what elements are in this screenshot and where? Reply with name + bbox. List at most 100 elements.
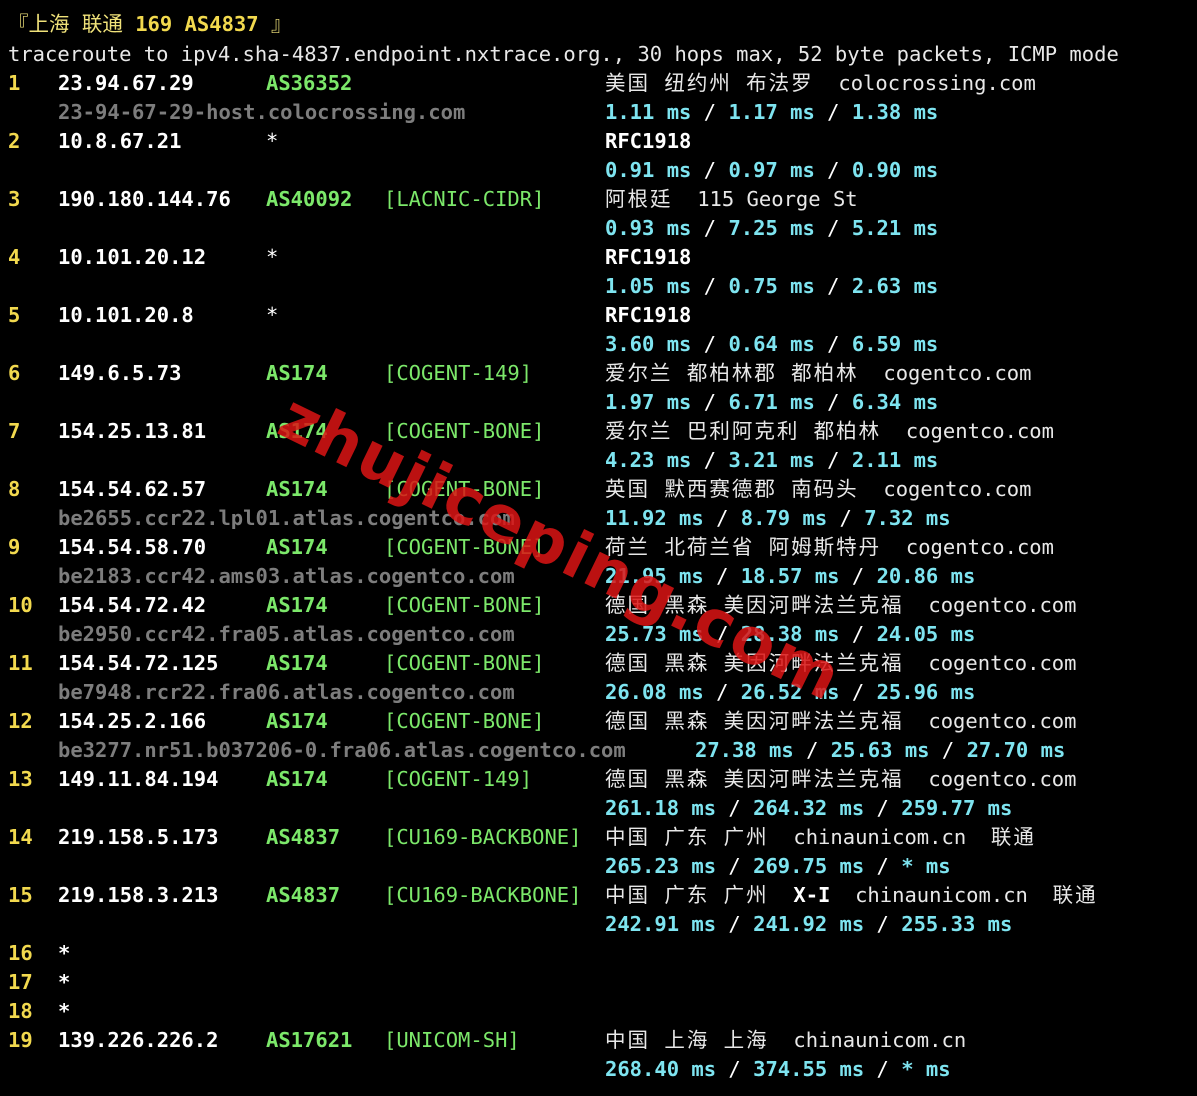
- hop-geo-location: 德国 黑森 美因河畔法兰克福: [605, 593, 904, 617]
- hop-geo-location: 美国 纽约州 布法罗: [605, 71, 814, 95]
- hop-geo-isp: 联通: [1052, 883, 1098, 907]
- hop-number: 2: [8, 129, 21, 153]
- hop-geo-domain: 115 George St: [697, 187, 858, 211]
- hop-hostname: be2655.ccr22.lpl01.atlas.cogentco.com: [58, 506, 515, 530]
- hop-net-tag: [LACNIC-CIDR]: [384, 187, 545, 211]
- hop-geo-domain: cogentco.com: [905, 419, 1054, 443]
- rtt-value: 242.91 ms: [605, 912, 717, 936]
- hop-rtt: 4.23 ms / 3.21 ms / 2.11 ms: [605, 448, 939, 472]
- hop-hostname: be7948.rcr22.fra06.atlas.cogentco.com: [58, 680, 515, 704]
- hop-asn: AS174: [266, 767, 328, 791]
- hop-hostname: 23-94-67-29-host.colocrossing.com: [58, 100, 466, 124]
- hop-number: 18: [8, 999, 33, 1023]
- hop-ip: *: [58, 970, 71, 994]
- hop-rtt: 26.08 ms / 26.52 ms / 25.96 ms: [605, 680, 976, 704]
- hop-ip: *: [58, 941, 71, 965]
- hop-net-tag: [COGENT-BONE]: [384, 535, 545, 559]
- hop-geo: RFC1918: [605, 243, 691, 272]
- rtt-value: 1.17 ms: [728, 100, 815, 124]
- rtt-value: 2.11 ms: [851, 448, 939, 472]
- hop-number: 16: [8, 941, 33, 965]
- hop-net-tag: [COGENT-BONE]: [384, 651, 545, 675]
- rtt-value: 259.77 ms: [901, 796, 1013, 820]
- rtt-value: 2.63 ms: [851, 274, 939, 298]
- traceroute-command-line: traceroute to ipv4.sha-4837.endpoint.nxt…: [8, 42, 1119, 66]
- rtt-value: 21.95 ms: [605, 564, 704, 588]
- rtt-value: 1.97 ms: [605, 390, 692, 414]
- hop-hostname: be2183.ccr42.ams03.atlas.cogentco.com: [58, 564, 515, 588]
- rtt-value: 3.60 ms: [605, 332, 692, 356]
- hop-geo: 中国 广东 广州 X-I chinaunicom.cn 联通: [605, 881, 1098, 910]
- hop-net-tag: [UNICOM-SH]: [384, 1028, 520, 1052]
- rtt-value: 25.73 ms: [605, 622, 704, 646]
- rtt-value: 5.21 ms: [851, 216, 939, 240]
- hop-asn: AS174: [266, 535, 328, 559]
- hop-rtt: 11.92 ms / 8.79 ms / 7.32 ms: [605, 506, 951, 530]
- hop-asn: *: [266, 245, 279, 269]
- rtt-value: 268.40 ms: [605, 1057, 717, 1081]
- rtt-value: 265.23 ms: [605, 854, 717, 878]
- hop-net-tag: [COGENT-BONE]: [384, 419, 545, 443]
- hop-rtt: 242.91 ms / 241.92 ms / 255.33 ms: [605, 912, 1013, 936]
- rtt-value: 6.59 ms: [851, 332, 939, 356]
- hop-net-tag: [COGENT-BONE]: [384, 709, 545, 733]
- hop-number: 3: [8, 187, 21, 211]
- hop-geo: 中国 广东 广州 chinaunicom.cn 联通: [605, 823, 1036, 852]
- hop-rtt: 27.38 ms / 25.63 ms / 27.70 ms: [695, 738, 1066, 762]
- hop-asn: AS4837: [266, 825, 341, 849]
- hop-number: 14: [8, 825, 33, 849]
- hop-geo: 阿根廷 115 George St: [605, 185, 858, 214]
- hop-number: 11: [8, 651, 33, 675]
- hop-ip: 154.54.62.57: [58, 477, 207, 501]
- hop-geo-domain: cogentco.com: [928, 593, 1077, 617]
- rtt-value: * ms: [901, 1057, 951, 1081]
- title-text: 『上海 联通 169 AS4837 』: [8, 12, 292, 36]
- hop-ip: 154.25.13.81: [58, 419, 207, 443]
- hop-number: 9: [8, 535, 21, 559]
- hop-asn: AS40092: [266, 187, 353, 211]
- hop-number: 8: [8, 477, 21, 501]
- hop-geo: 荷兰 北荷兰省 阿姆斯特丹 cogentco.com: [605, 533, 1054, 562]
- rtt-value: 0.97 ms: [728, 158, 815, 182]
- hop-net-tag: [COGENT-BONE]: [384, 477, 545, 501]
- hop-hostname: be3277.nr51.b037206-0.fra06.atlas.cogent…: [58, 738, 626, 762]
- hop-asn: AS174: [266, 651, 328, 675]
- hop-rtt: 1.11 ms / 1.17 ms / 1.38 ms: [605, 100, 939, 124]
- rtt-value: 6.34 ms: [851, 390, 939, 414]
- hop-geo: 爱尔兰 都柏林郡 都柏林 cogentco.com: [605, 359, 1031, 388]
- hop-number: 10: [8, 593, 33, 617]
- hop-ip: 154.54.72.42: [58, 593, 207, 617]
- rtt-value: * ms: [901, 854, 951, 878]
- hop-asn: AS174: [266, 709, 328, 733]
- hop-asn: AS174: [266, 477, 328, 501]
- hop-number: 17: [8, 970, 33, 994]
- hop-asn: AS36352: [266, 71, 353, 95]
- hop-asn: *: [266, 129, 279, 153]
- rtt-value: 18.57 ms: [740, 564, 840, 588]
- rtt-value: 4.23 ms: [605, 448, 692, 472]
- hop-ip: 219.158.5.173: [58, 825, 219, 849]
- hop-geo-label: RFC1918: [605, 129, 692, 153]
- hop-net-tag: [CU169-BACKBONE]: [384, 825, 582, 849]
- hop-number: 6: [8, 361, 21, 385]
- hop-geo-domain: colocrossing.com: [838, 71, 1036, 95]
- rtt-value: 25.63 ms: [830, 738, 930, 762]
- hop-geo-domain: chinaunicom.cn: [793, 825, 967, 849]
- hop-number: 5: [8, 303, 21, 327]
- hop-geo-isp: 联通: [990, 825, 1036, 849]
- hop-net-tag: [CU169-BACKBONE]: [384, 883, 582, 907]
- hop-geo-location: 爱尔兰 都柏林郡 都柏林: [605, 361, 859, 385]
- rtt-value: 7.32 ms: [864, 506, 951, 530]
- hop-ip: 23.94.67.29: [58, 71, 194, 95]
- rtt-value: 0.75 ms: [728, 274, 815, 298]
- hop-geo-location: 中国 广东 广州: [605, 883, 769, 907]
- rtt-value: 1.11 ms: [605, 100, 692, 124]
- hop-number: 15: [8, 883, 33, 907]
- hop-net-tag: [COGENT-149]: [384, 361, 533, 385]
- rtt-value: 26.08 ms: [605, 680, 704, 704]
- hop-number: 19: [8, 1028, 33, 1052]
- rtt-value: 264.32 ms: [753, 796, 865, 820]
- rtt-value: 0.64 ms: [728, 332, 815, 356]
- hop-rtt: 0.91 ms / 0.97 ms / 0.90 ms: [605, 158, 939, 182]
- rtt-value: 26.52 ms: [740, 680, 840, 704]
